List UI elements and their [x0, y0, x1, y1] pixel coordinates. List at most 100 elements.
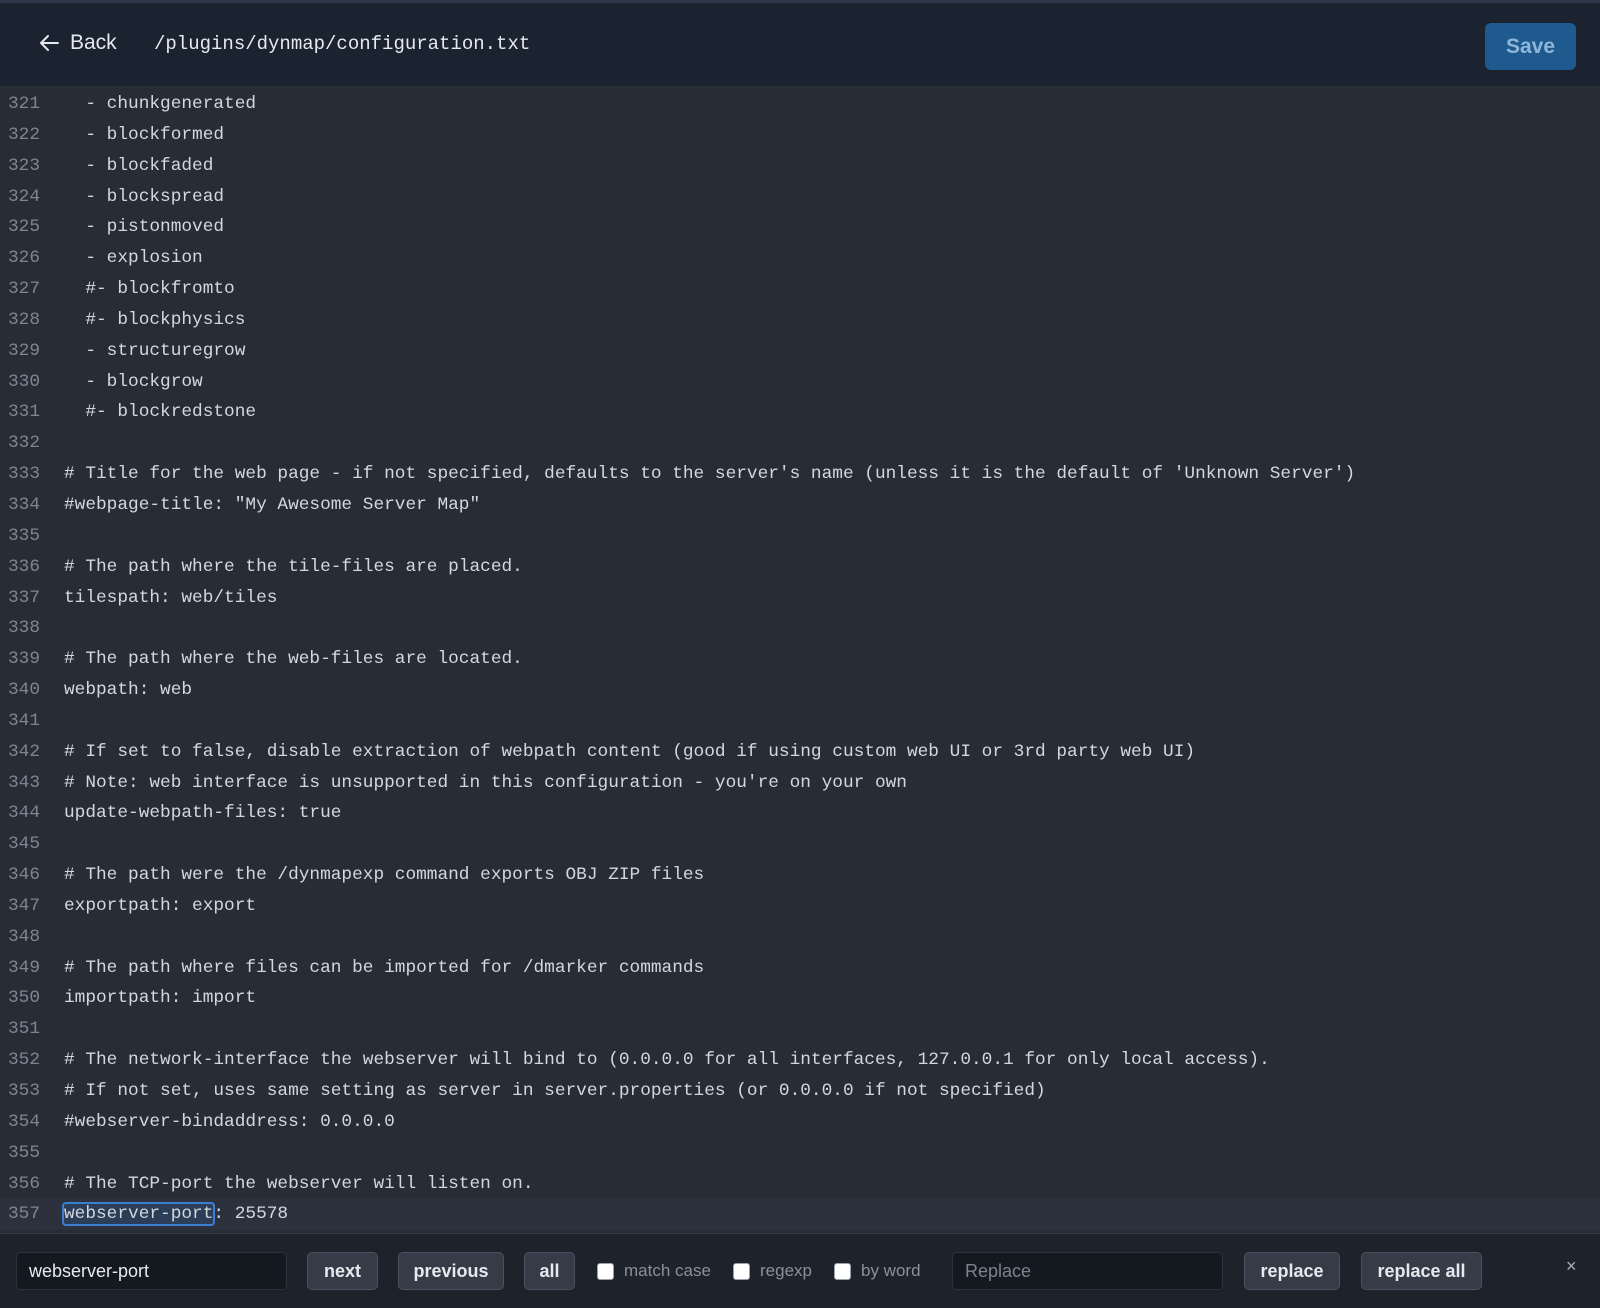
code-line: 354 #webserver-bindaddress: 0.0.0.0 [0, 1107, 1600, 1138]
match-case-label: match case [624, 1261, 711, 1280]
code-editor[interactable]: 321 - chunkgenerated 322 - blockformed 323… [0, 86, 1600, 1231]
by-word-checkbox[interactable] [834, 1262, 851, 1280]
code-line: 346 # The path were the /dynmapexp comman… [0, 860, 1600, 891]
line-number: 348 [7, 926, 40, 947]
line-number: 353 [7, 1081, 40, 1101]
code-text: - pistonmoved [64, 217, 225, 238]
line-number: 344 [7, 803, 40, 824]
line-number: 337 [7, 587, 40, 608]
code-line: 340 webpath: web [0, 675, 1600, 706]
code-line: 333 # Title for the web page - if not spe… [0, 459, 1600, 490]
code-line: 324 - blockspread [0, 182, 1600, 213]
code-text: update-webpath-files: true [64, 803, 342, 824]
code-line: 330 - blockgrow [0, 367, 1600, 398]
code-line: 355 [0, 1138, 1600, 1169]
code-text: webserver-port: 25578 [61, 1199, 288, 1230]
line-number: 340 [7, 680, 40, 701]
line-number: 325 [7, 217, 40, 238]
close-icon[interactable]: × [1566, 1256, 1577, 1277]
replace-button[interactable]: replace [1244, 1252, 1340, 1290]
code-text: tilespath: web/tiles [64, 587, 278, 608]
code-line: 348 [0, 922, 1600, 953]
line-number: 343 [7, 772, 40, 793]
code-line: 332 [0, 428, 1600, 459]
search-match-highlight: webserver-port [61, 1202, 216, 1227]
code-line: 342 # If set to false, disable extraction… [0, 737, 1600, 768]
line-number: 329 [7, 340, 40, 361]
code-text: # The path were the /dynmapexp command e… [64, 865, 705, 886]
code-line: 347 exportpath: export [0, 891, 1600, 922]
code-text: # The path where the tile-files are plac… [64, 556, 523, 577]
arrow-left-icon [40, 35, 59, 51]
active-code-line: 357 webserver-port: 25578 [0, 1199, 1600, 1231]
back-button[interactable]: Back [38, 31, 117, 55]
code-line: 356 # The TCP-port the webserver will lis… [0, 1169, 1600, 1200]
replace-all-button[interactable]: replace all [1361, 1252, 1482, 1290]
code-text: #- blockredstone [64, 402, 257, 423]
replace-input[interactable] [952, 1252, 1223, 1290]
previous-button[interactable]: previous [398, 1252, 504, 1290]
line-number: 349 [7, 957, 40, 978]
file-path: /plugins/dynmap/configuration.txt [154, 33, 531, 55]
line-number: 346 [7, 865, 40, 886]
code-line: 331 #- blockredstone [0, 397, 1600, 428]
line-number: 342 [7, 741, 40, 762]
line-number: 351 [7, 1019, 40, 1040]
code-text: exportpath: export [64, 895, 257, 916]
regexp-checkbox[interactable] [733, 1262, 750, 1280]
code-line: 345 [0, 829, 1600, 860]
editor-lines: 321 - chunkgenerated 322 - blockformed 323… [0, 89, 1600, 1231]
code-line: 338 [0, 613, 1600, 644]
line-number: 322 [7, 124, 40, 145]
by-word-option[interactable]: by word [834, 1261, 921, 1281]
line-number: 345 [7, 834, 40, 855]
all-button[interactable]: all [524, 1252, 575, 1290]
code-text: # The network-interface the webserver wi… [64, 1050, 1270, 1071]
code-line: 351 [0, 1014, 1600, 1045]
line-number: 356 [7, 1173, 40, 1194]
line-number: 328 [7, 309, 40, 330]
code-line: 344 update-webpath-files: true [0, 798, 1600, 829]
search-input[interactable] [16, 1252, 287, 1290]
line-number: 355 [7, 1142, 40, 1163]
line-number: 335 [7, 525, 40, 546]
code-text: - blockgrow [64, 371, 203, 392]
code-line: 335 [0, 521, 1600, 552]
line-number: 327 [7, 279, 40, 300]
editor-header: Back /plugins/dynmap/configuration.txt S… [0, 0, 1600, 86]
line-number: 330 [7, 371, 40, 392]
code-line: 323 - blockfaded [0, 151, 1600, 182]
match-case-option[interactable]: match case [597, 1261, 711, 1281]
code-text: - blockfaded [64, 155, 214, 176]
regexp-label: regexp [760, 1261, 812, 1280]
code-text: #webserver-bindaddress: 0.0.0.0 [64, 1111, 395, 1132]
code-line: 325 - pistonmoved [0, 212, 1600, 243]
code-line: 327 #- blockfromto [0, 274, 1600, 305]
line-number: 326 [7, 248, 40, 269]
code-text: - explosion [64, 248, 203, 269]
code-line: 339 # The path where the web-files are lo… [0, 644, 1600, 675]
code-line: 328 #- blockphysics [0, 305, 1600, 336]
code-line: 321 - chunkgenerated [0, 89, 1600, 120]
search-panel: next previous all match case regexp by w… [0, 1233, 1600, 1308]
code-text: # The path where the web-files are locat… [64, 649, 523, 670]
line-number: 333 [7, 464, 40, 485]
code-line: 322 - blockformed [0, 120, 1600, 151]
code-line: 336 # The path where the tile-files are p… [0, 552, 1600, 583]
line-number: 323 [7, 155, 40, 176]
line-number: 350 [7, 988, 40, 1009]
line-number: 321 [7, 94, 40, 114]
code-line: 343 # Note: web interface is unsupported … [0, 768, 1600, 799]
code-line: 349 # The path where files can be importe… [0, 953, 1600, 984]
by-word-label: by word [861, 1261, 921, 1280]
code-text: #- blockfromto [64, 279, 235, 300]
code-text: # If not set, uses same setting as serve… [64, 1081, 1046, 1101]
match-case-checkbox[interactable] [597, 1262, 614, 1280]
code-line: 337 tilespath: web/tiles [0, 583, 1600, 614]
save-button[interactable]: Save [1485, 23, 1576, 70]
regexp-option[interactable]: regexp [733, 1261, 812, 1281]
code-line: 334 #webpage-title: "My Awesome Server Ma… [0, 490, 1600, 521]
code-text: #- blockphysics [64, 309, 246, 330]
code-text: # The TCP-port the webserver will listen… [64, 1173, 534, 1194]
next-button[interactable]: next [307, 1252, 378, 1290]
